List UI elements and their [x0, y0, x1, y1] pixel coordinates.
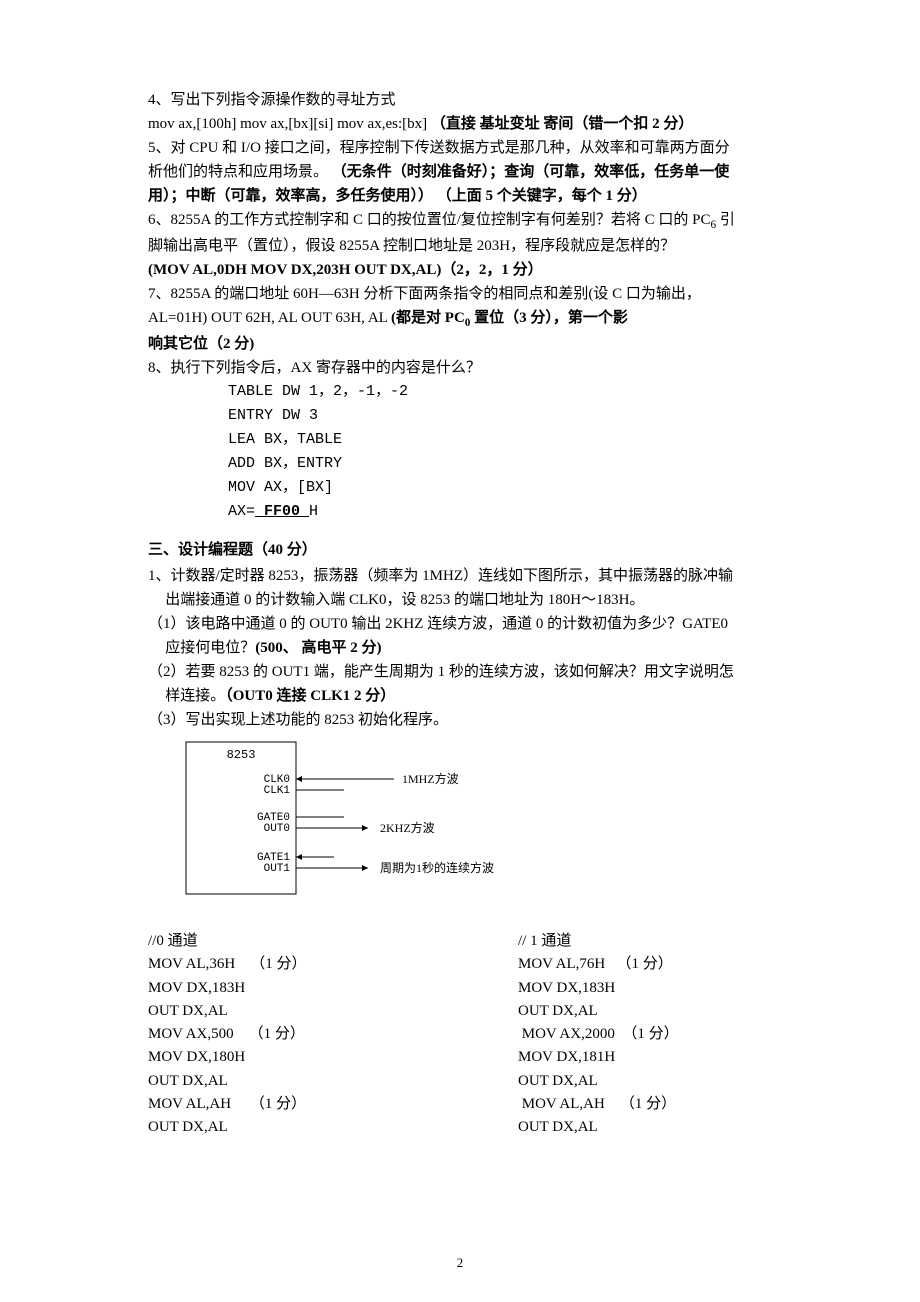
right-2: OUT DX,AL — [518, 1003, 598, 1019]
diag-label-2khz: 2KHZ方波 — [380, 820, 435, 835]
q7-line3: 响其它位（2 分) — [148, 332, 772, 356]
s3-sub2-l2b: （OUT0 连接 CLK1 2 分） — [225, 688, 395, 704]
q4-answer: （直接 基址变址 寄间（错一个扣 2 分） — [431, 116, 694, 132]
diag-chip-label: 8253 — [227, 748, 256, 762]
q6-line1b: 引 — [716, 212, 735, 228]
code-columns: //0 通道 MOV AL,36H （1 分） MOV DX,183H OUT … — [148, 930, 772, 1139]
q8-ax-line: AX= FF00 H — [148, 500, 772, 524]
right-5: OUT DX,AL — [518, 1073, 598, 1089]
page-number: 2 — [0, 1253, 920, 1274]
q8-ax-label: AX= — [228, 503, 255, 520]
q6-line1: 6、8255A 的工作方式控制字和 C 口的按位置位/复位控制字有何差别？若将 … — [148, 208, 772, 234]
right-7: OUT DX,AL — [518, 1119, 598, 1135]
diag-pin-out0: OUT0 — [264, 823, 290, 835]
diag-pin-clk1: CLK1 — [264, 785, 291, 797]
q7-line2a: AL=01H) OUT 62H, AL OUT 63H, AL — [148, 310, 391, 326]
q7-line2b: (都是对 PC — [391, 310, 465, 326]
q4-line2: mov ax,[100h] mov ax,[bx][si] mov ax,es:… — [148, 112, 772, 136]
s3-q1-sub3: （3）写出实现上述功能的 8253 初始化程序。 — [148, 708, 772, 732]
left-2: OUT DX,AL — [148, 1003, 228, 1019]
q7-line1: 7、8255A 的端口地址 60H—63H 分析下面两条指令的相同点和差别(设 … — [148, 282, 772, 306]
q8-ax-tail: H — [309, 503, 318, 520]
left-3: MOV AX,500 （1 分） — [148, 1026, 305, 1042]
right-1: MOV DX,183H — [518, 980, 615, 996]
s3-sub2-l2a: 样连接。 — [165, 688, 225, 704]
diag-pin-out1: OUT1 — [264, 863, 291, 875]
s3-q1-sub2-l1: （2）若要 8253 的 OUT1 端，能产生周期为 1 秒的连续方波，该如何解… — [148, 660, 772, 684]
q5-line1: 5、对 CPU 和 I/O 接口之间，程序控制下传送数据方式是那几种，从效率和可… — [148, 136, 772, 160]
left-title: //0 通道 — [148, 933, 198, 949]
q4-prompt: 4、写出下列指令源操作数的寻址方式 — [148, 88, 772, 112]
q8-line1: 8、执行下列指令后，AX 寄存器中的内容是什么？ — [148, 356, 772, 380]
s3-sub1-l2a: 应接何电位？ — [165, 640, 255, 656]
right-6: MOV AL,AH （1 分） — [518, 1096, 676, 1112]
q8-ax-value: FF00 — [255, 503, 309, 520]
q5-line3: 用）；中断（可靠，效率高，多任务使用）） （上面 5 个关键字，每个 1 分） — [148, 184, 772, 208]
section3-title: 三、设计编程题（40 分） — [148, 538, 772, 562]
diagram-8253: 8253 CLK0 CLK1 GATE0 OUT0 GATE1 OUT1 1MH… — [184, 740, 524, 896]
right-4: MOV DX,181H — [518, 1049, 615, 1065]
s3-q1-sub1-l1: （1）该电路中通道 0 的 OUT0 输出 2KHZ 连续方波，通道 0 的计数… — [148, 612, 772, 636]
s3-q1-l2: 出端接通道 0 的计数输入端 CLK0，设 8253 的端口地址为 180H～1… — [148, 588, 772, 612]
q8-code-2: LEA BX，TABLE — [148, 428, 772, 452]
q5-line2: 析他们的特点和应用场景。 （无条件（时刻准备好）；查询（可靠，效率低，任务单一使 — [148, 160, 772, 184]
s3-sub1-l2b: (500、 高电平 2 分) — [255, 640, 381, 656]
code-col-right: // 1 通道 MOV AL,76H （1 分） MOV DX,183H OUT… — [518, 930, 748, 1139]
q6-line2: 脚输出高电平（置位），假设 8255A 控制口地址是 203H，程序段就应是怎样… — [148, 234, 772, 258]
right-3: MOV AX,2000 （1 分） — [518, 1026, 679, 1042]
right-title: // 1 通道 — [518, 933, 571, 949]
q5-line2a: 析他们的特点和应用场景。 — [148, 164, 332, 180]
right-0: MOV AL,76H （1 分） — [518, 956, 673, 972]
q7-line2: AL=01H) OUT 62H, AL OUT 63H, AL (都是对 PC0… — [148, 306, 772, 332]
left-1: MOV DX,183H — [148, 980, 245, 996]
diag-label-1s: 周期为1秒的连续方波 — [380, 860, 494, 875]
q8-code-4: MOV AX，[BX] — [148, 476, 772, 500]
q8-code-1: ENTRY DW 3 — [148, 404, 772, 428]
diag-label-1mhz: 1MHZ方波 — [402, 771, 459, 786]
q8-code-0: TABLE DW 1，2，-1，-2 — [148, 380, 772, 404]
s3-q1-sub2-l2: 样连接。（OUT0 连接 CLK1 2 分） — [148, 684, 772, 708]
q8-code-3: ADD BX，ENTRY — [148, 452, 772, 476]
left-5: OUT DX,AL — [148, 1073, 228, 1089]
q7-line2c: 置位（3 分），第一个影 — [470, 310, 628, 326]
q6-line1a: 6、8255A 的工作方式控制字和 C 口的按位置位/复位控制字有何差别？若将 … — [148, 212, 711, 228]
q5-line2b: （无条件（时刻准备好）；查询（可靠，效率低，任务单一使 — [332, 164, 730, 180]
left-4: MOV DX,180H — [148, 1049, 245, 1065]
s3-q1-l1: 1、计数器/定时器 8253，振荡器（频率为 1MHZ）连线如下图所示，其中振荡… — [148, 564, 772, 588]
s3-q1-sub1-l2: 应接何电位？(500、 高电平 2 分) — [148, 636, 772, 660]
left-7: OUT DX,AL — [148, 1119, 228, 1135]
q6-line3: (MOV AL,0DH MOV DX,203H OUT DX,AL)（2，2，1… — [148, 258, 772, 282]
left-0: MOV AL,36H （1 分） — [148, 956, 306, 972]
left-6: MOV AL,AH （1 分） — [148, 1096, 306, 1112]
q4-instructions: mov ax,[100h] mov ax,[bx][si] mov ax,es:… — [148, 116, 431, 132]
code-col-left: //0 通道 MOV AL,36H （1 分） MOV DX,183H OUT … — [148, 930, 378, 1139]
